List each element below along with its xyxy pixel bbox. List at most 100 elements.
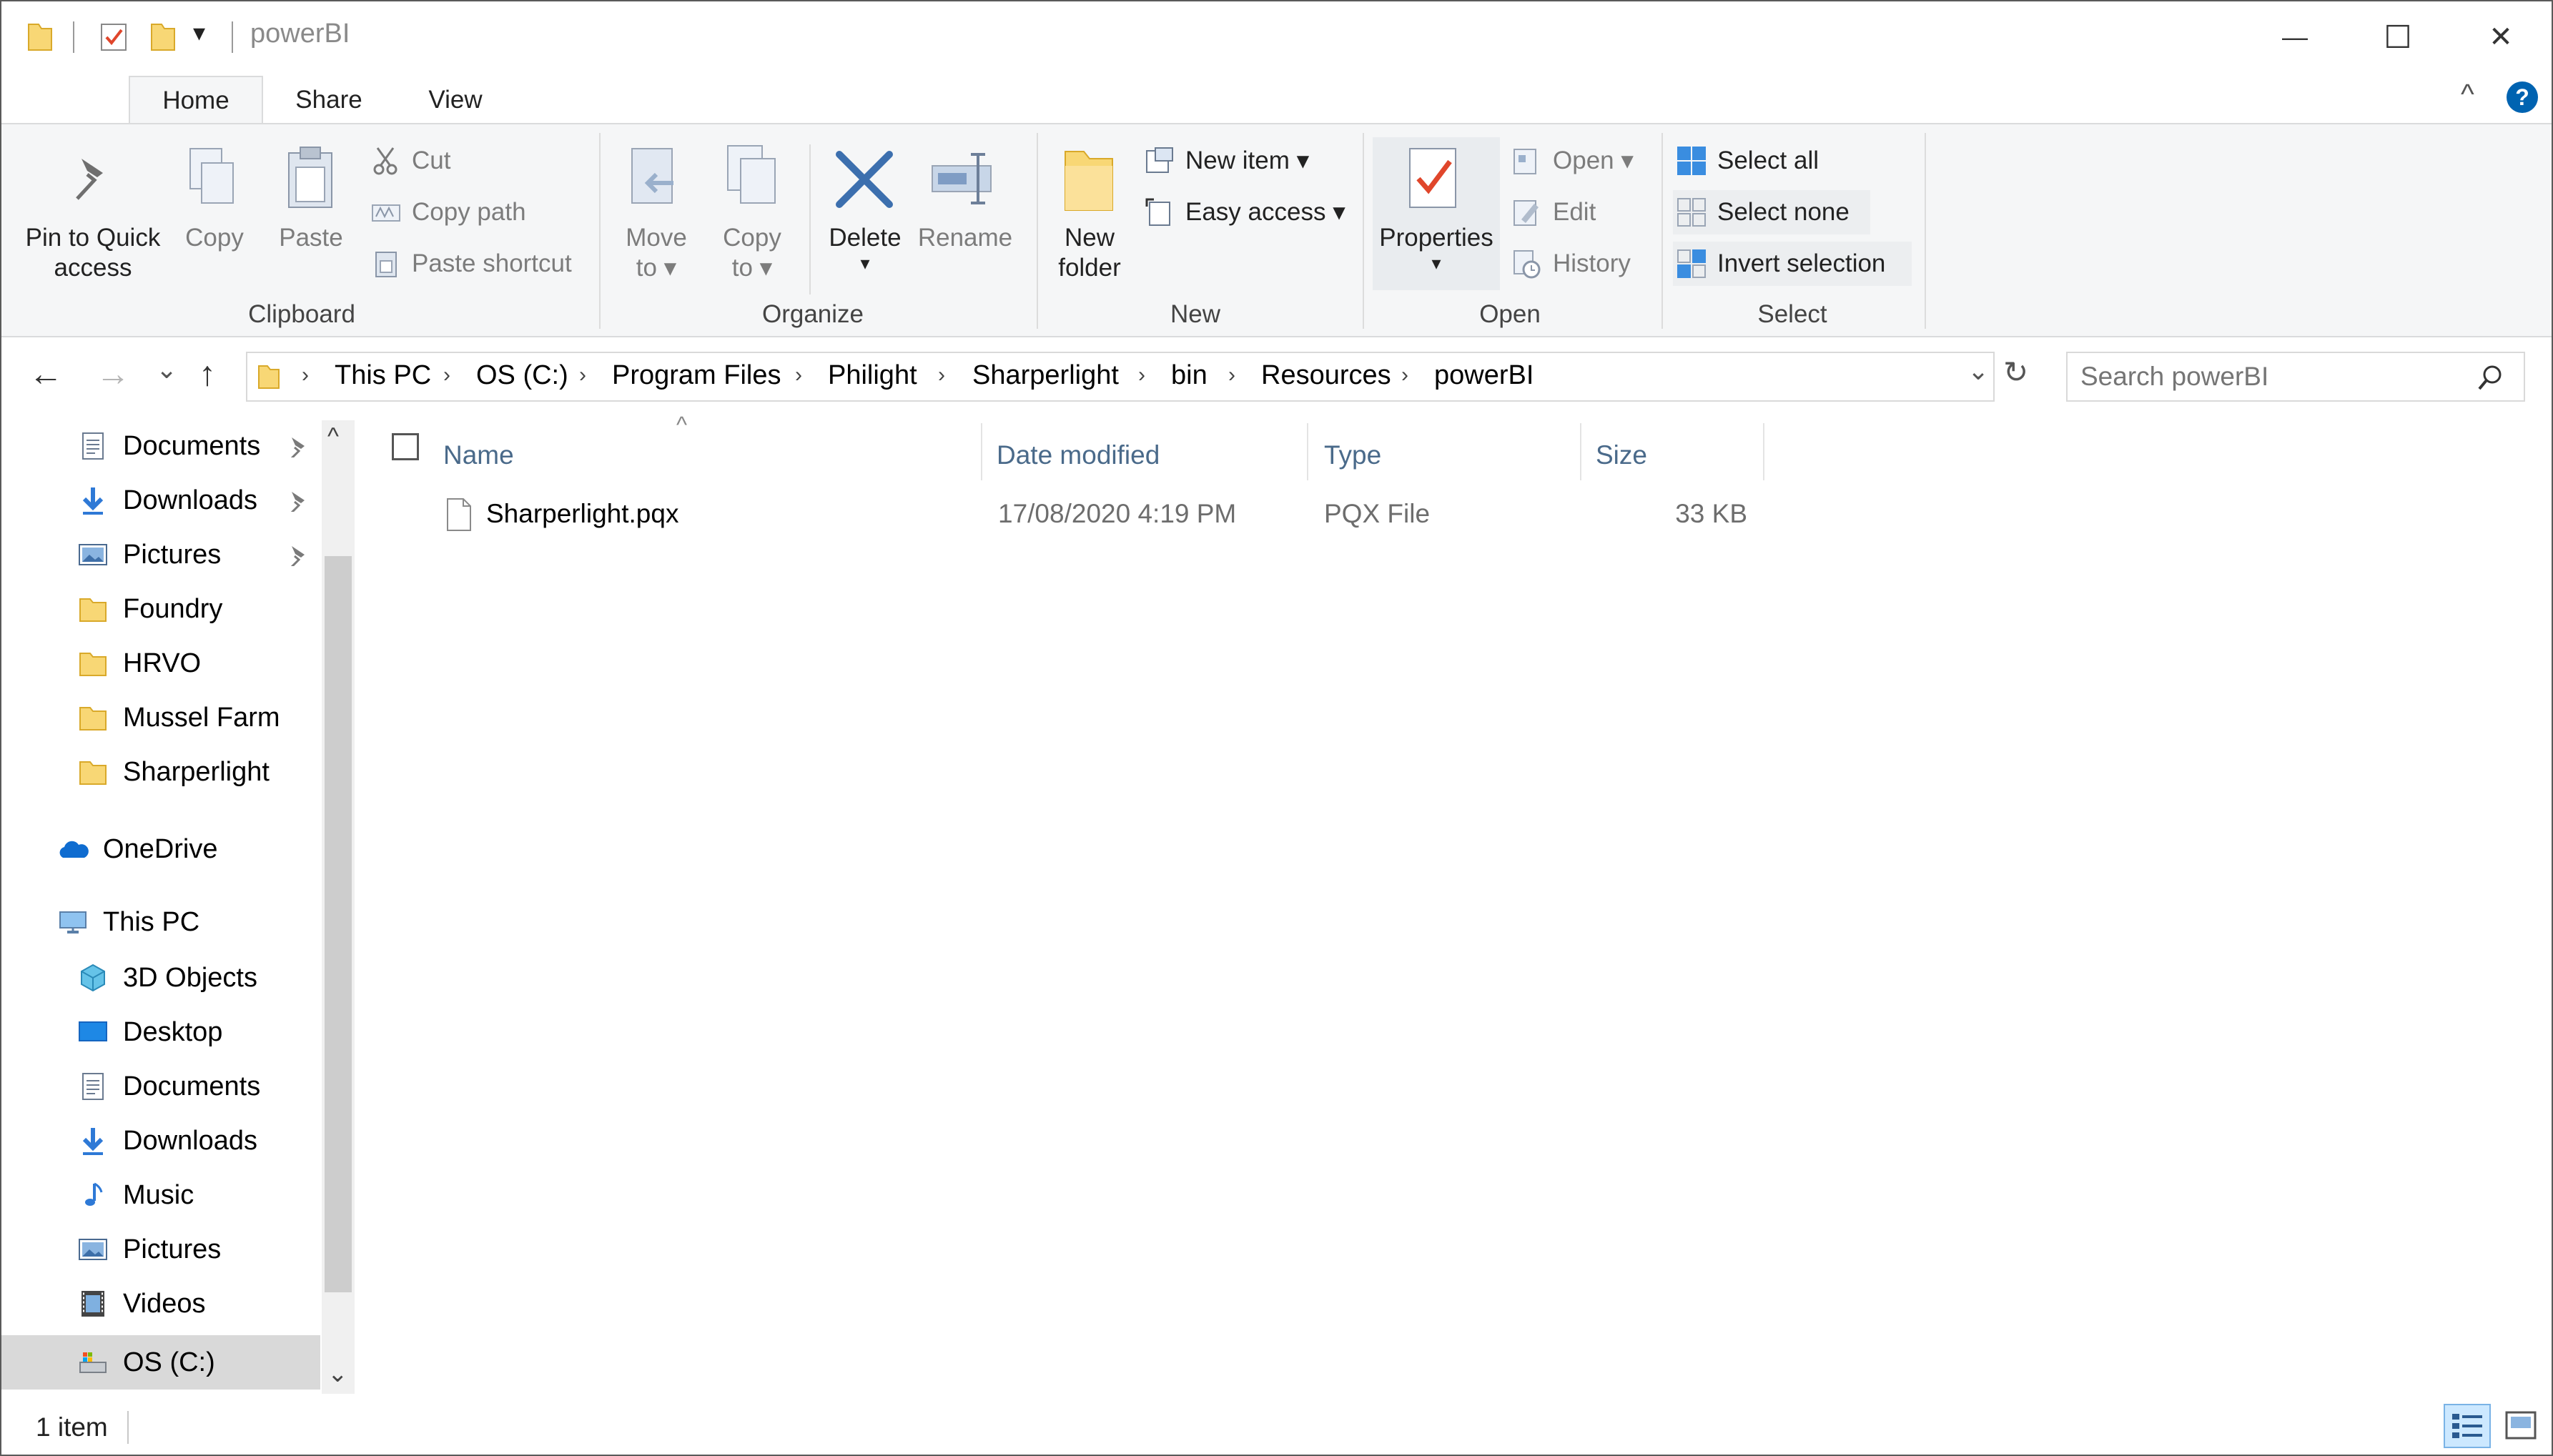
select-all-checkbox[interactable] [392,433,419,460]
breadcrumb-this-pc[interactable]: This PC [335,360,431,391]
breadcrumb-separator[interactable]: › [443,363,450,387]
tab-view[interactable]: View [395,76,516,124]
pictures-icon [79,1239,107,1260]
breadcrumb-philight[interactable]: Philight [828,360,917,391]
properties-check-icon[interactable] [99,21,130,53]
breadcrumb-separator[interactable]: › [1401,363,1408,387]
breadcrumb-separator[interactable]: › [795,363,802,387]
breadcrumb-os-c[interactable]: OS (C:) [476,360,568,391]
column-separator[interactable] [981,423,982,480]
move-to-button[interactable]: Move to ▾ [613,223,699,283]
large-icons-view-button[interactable] [2499,1405,2544,1447]
nav-item-pictures-pc[interactable]: Pictures [77,1222,221,1277]
nav-scrollbar-thumb[interactable] [325,556,352,1292]
open-button[interactable]: Open ▾ [1511,139,1634,183]
cut-button[interactable]: Cut [370,139,450,183]
nav-item-hrvo[interactable]: HRVO [77,636,201,690]
maximize-button[interactable]: ☐ [2346,1,2449,73]
ribbon-collapse-button[interactable]: ^ [2461,79,2474,111]
column-separator[interactable] [1763,423,1764,480]
easy-access-button[interactable]: Easy access ▾ [1144,190,1345,234]
tab-home[interactable]: Home [129,76,263,124]
nav-item-this-pc[interactable]: This PC [57,895,199,949]
new-folder-button[interactable]: New folder [1044,223,1135,283]
select-none-button[interactable]: Select none [1676,190,1850,234]
nav-item-documents-pc[interactable]: Documents [77,1059,260,1114]
pin-icon[interactable] [285,433,309,457]
edit-button[interactable]: Edit [1511,190,1596,234]
tab-share[interactable]: Share [270,76,387,124]
up-button[interactable]: ↑ [199,355,216,394]
breadcrumb-separator[interactable]: › [579,363,586,387]
paste-shortcut-icon [375,252,397,277]
history-button[interactable]: History [1511,242,1631,286]
copy-path-button[interactable]: Copy path [370,190,526,234]
paste-button[interactable]: Paste [272,223,350,253]
paste-shortcut-button[interactable]: Paste shortcut [370,242,572,286]
details-view-button[interactable] [2444,1404,2491,1448]
rename-button[interactable]: Rename [915,223,1015,253]
nav-item-pictures[interactable]: Pictures [77,528,221,582]
delete-button[interactable]: Delete ▾ [821,223,909,273]
minimize-button[interactable]: — [2243,1,2346,73]
pin-to-quick-access-button[interactable]: Pin to Quick access [16,223,170,283]
nav-item-downloads[interactable]: Downloads [77,473,257,528]
new-item-button[interactable]: New item ▾ [1144,139,1309,183]
address-dropdown-button[interactable]: ⌄ [1967,356,1989,386]
column-header-date-modified[interactable]: Date modified [997,430,1160,480]
select-all-button[interactable]: Select all [1676,139,1819,183]
breadcrumb-powerbi[interactable]: powerBI [1434,360,1534,391]
copy-button[interactable]: Copy [177,223,252,253]
column-separator[interactable] [1307,423,1308,480]
close-button[interactable]: ✕ [2449,1,2552,73]
column-header-size[interactable]: Size [1596,430,1647,480]
qat-customize-dropdown[interactable]: ▾ [193,19,205,47]
help-button[interactable]: ? [2507,81,2538,113]
column-header-name[interactable]: Name [443,430,514,480]
nav-item-3d-objects[interactable]: 3D Objects [77,951,257,1005]
breadcrumb-resources[interactable]: Resources [1261,360,1391,391]
pin-icon[interactable] [285,542,309,566]
nav-item-videos[interactable]: Videos [77,1277,206,1331]
column-separator[interactable] [1580,423,1581,480]
invert-selection-button[interactable]: Invert selection [1676,242,1885,286]
forward-button[interactable]: → [96,355,130,394]
breadcrumb-separator[interactable]: › [1138,363,1145,387]
delete-label: Delete [829,224,902,252]
nav-item-onedrive[interactable]: OneDrive [57,822,218,876]
nav-scroll-up-button[interactable]: ^ [327,423,339,451]
move-to-icon [631,148,673,204]
file-name[interactable]: Sharperlight.pqx [486,499,678,529]
nav-item-music[interactable]: Music [77,1168,194,1222]
column-header-type[interactable]: Type [1324,430,1381,480]
nav-item-mussel-farm[interactable]: Mussel Farm [77,690,280,745]
history-label: History [1553,249,1631,277]
nav-item-os-c[interactable]: OS (C:) [77,1335,215,1390]
breadcrumb-separator[interactable]: › [1228,363,1235,387]
refresh-button[interactable]: ↻ [2003,355,2028,390]
copy-to-button[interactable]: Copy to ▾ [709,223,795,283]
new-folder-icon[interactable] [149,20,177,53]
nav-item-foundry[interactable]: Foundry [77,582,222,636]
back-button[interactable]: ← [29,355,63,394]
search-icon[interactable] [2477,363,2505,392]
nav-item-downloads-pc[interactable]: Downloads [77,1114,257,1168]
group-separator [599,133,601,329]
breadcrumb-separator[interactable]: › [938,363,945,387]
breadcrumb-separator[interactable]: › [302,363,309,387]
pin-icon[interactable] [285,487,309,512]
nav-item-sharperlight[interactable]: Sharperlight [77,745,270,799]
status-item-count: 1 item [36,1412,108,1442]
nav-item-documents[interactable]: Documents [77,419,260,473]
tab-view-label: View [428,86,483,114]
nav-item-label: Mussel Farm [123,702,280,733]
folder-icon [79,653,107,676]
search-input[interactable] [2079,355,2468,399]
nav-item-desktop[interactable]: Desktop [77,1005,222,1059]
breadcrumb-bin[interactable]: bin [1171,360,1208,391]
breadcrumb-sharperlight[interactable]: Sharperlight [972,360,1119,391]
nav-scroll-down-button[interactable]: ⌄ [327,1360,348,1388]
recent-locations-dropdown[interactable]: ⌄ [156,355,177,385]
breadcrumb-program-files[interactable]: Program Files [612,360,781,391]
nav-item-label: Foundry [123,593,223,624]
